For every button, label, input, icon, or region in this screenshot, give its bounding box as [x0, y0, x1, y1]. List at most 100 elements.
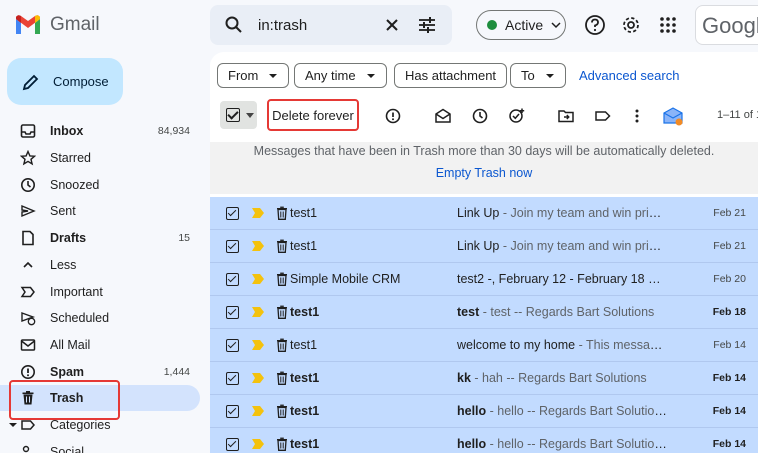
- trash-icon: [277, 272, 287, 286]
- app-name: Gmail: [50, 14, 100, 35]
- table-row[interactable]: test1 Link Up - Join my team and win pri…: [210, 197, 758, 230]
- row-checkbox[interactable]: [226, 306, 239, 319]
- people-icon: [22, 445, 30, 453]
- row-checkbox[interactable]: [226, 207, 239, 220]
- important-marker-icon[interactable]: [252, 274, 264, 284]
- sidebar-item-scheduled[interactable]: Scheduled: [0, 305, 200, 331]
- row-date: Feb 21: [713, 240, 746, 252]
- empty-trash-link[interactable]: Empty Trash now: [210, 166, 758, 180]
- chevron-up-icon: [23, 261, 33, 268]
- important-marker-icon[interactable]: [252, 307, 264, 317]
- important-marker-icon[interactable]: [252, 208, 264, 218]
- sidebar-item-snoozed[interactable]: Snoozed: [0, 172, 200, 198]
- close-icon[interactable]: [382, 15, 402, 35]
- chevron-down-icon: [269, 73, 278, 78]
- important-marker-icon[interactable]: [252, 241, 264, 251]
- table-row[interactable]: test1 welcome to my home - This message …: [210, 329, 758, 362]
- sidebar-item-label: Important: [50, 285, 103, 299]
- row-checkbox[interactable]: [226, 240, 239, 253]
- sidebar-item-important[interactable]: Important: [0, 279, 200, 305]
- sidebar-item-starred[interactable]: Starred: [0, 145, 200, 171]
- report-spam-icon[interactable]: [384, 107, 402, 125]
- snippet-text: - This message ...: [578, 338, 667, 352]
- row-checkbox[interactable]: [226, 372, 239, 385]
- gmail-logo[interactable]: Gmail: [14, 10, 124, 40]
- compose-button[interactable]: Compose: [7, 58, 123, 105]
- search-bar[interactable]: in:trash: [210, 5, 452, 45]
- more-vert-icon[interactable]: [628, 107, 646, 125]
- help-icon[interactable]: [584, 14, 606, 36]
- add-to-tasks-icon[interactable]: [508, 107, 526, 125]
- sidebar-item-label: Starred: [50, 151, 91, 165]
- sidebar-item-social[interactable]: Social: [0, 439, 200, 453]
- apps-icon[interactable]: [657, 14, 679, 36]
- advanced-search-link[interactable]: Advanced search: [579, 68, 679, 83]
- subject-text: hello: [457, 404, 487, 418]
- trash-notice: Messages that have been in Trash more th…: [210, 142, 758, 194]
- row-date: Feb 14: [712, 438, 746, 450]
- subject-text: kk: [457, 371, 471, 385]
- star-icon: [20, 150, 36, 166]
- sidebar-item-drafts[interactable]: Drafts 15: [0, 225, 200, 251]
- label-icon[interactable]: [594, 107, 612, 125]
- important-marker-icon[interactable]: [252, 439, 264, 449]
- filter-to[interactable]: To: [510, 63, 566, 88]
- row-date: Feb 14: [712, 372, 746, 384]
- spam-icon: [21, 365, 35, 379]
- sidebar-item-count: 84,934: [157, 125, 190, 137]
- tune-icon[interactable]: [417, 15, 437, 35]
- table-row[interactable]: test1 hello - hello -- Regards Bart Solu…: [210, 428, 758, 453]
- trash-icon: [277, 371, 287, 385]
- move-to-icon[interactable]: [557, 107, 575, 125]
- mark-as-read-icon[interactable]: [434, 107, 452, 125]
- row-checkbox[interactable]: [226, 405, 239, 418]
- table-row[interactable]: Simple Mobile CRM test2 -, February 12 -…: [210, 263, 758, 296]
- search-input[interactable]: in:trash: [258, 17, 307, 34]
- subject-text: Link Up: [457, 206, 500, 220]
- delete-forever-button[interactable]: Delete forever: [267, 99, 359, 131]
- sidebar-item-label: Spam: [50, 365, 85, 379]
- select-all-checkbox[interactable]: [220, 101, 257, 129]
- row-subject: welcome to my home - This message ...: [457, 338, 667, 352]
- sidebar-item-sent[interactable]: Sent: [0, 198, 200, 224]
- trash-icon: [277, 338, 287, 352]
- sidebar-item-label: Sent: [50, 204, 76, 218]
- filter-label: From: [228, 68, 259, 83]
- filter-any-time[interactable]: Any time: [294, 63, 387, 88]
- sidebar-item-label: Scheduled: [50, 311, 110, 325]
- subject-text: Link Up: [457, 239, 500, 253]
- filter-has-attachment[interactable]: Has attachment: [394, 63, 508, 88]
- row-checkbox[interactable]: [226, 273, 239, 286]
- important-marker-icon[interactable]: [252, 406, 264, 416]
- row-subject: Link Up - Join my team and win prizes...: [457, 239, 667, 253]
- sidebar-item-all-mail[interactable]: All Mail: [0, 332, 200, 358]
- status-dropdown[interactable]: Active: [476, 10, 566, 40]
- search-icon[interactable]: [224, 15, 244, 35]
- subject-text: welcome to my home: [457, 338, 576, 352]
- important-marker-icon[interactable]: [252, 340, 264, 350]
- row-date: Feb 18: [712, 306, 746, 318]
- mail-extension-icon[interactable]: [662, 105, 684, 127]
- table-row[interactable]: test1 hello - hello -- Regards Bart Solu…: [210, 395, 758, 428]
- table-row[interactable]: test1 kk - hah -- Regards Bart Solutions…: [210, 362, 758, 395]
- trash-highlight-box: [9, 380, 120, 420]
- table-row[interactable]: test1 test - test -- Regards Bart Soluti…: [210, 296, 758, 329]
- sidebar-item-less[interactable]: Less: [0, 252, 200, 278]
- snooze-icon[interactable]: [471, 107, 489, 125]
- caret-down-icon[interactable]: [246, 113, 254, 118]
- row-date: Feb 20: [713, 273, 746, 285]
- row-checkbox[interactable]: [226, 339, 239, 352]
- inbox-icon: [20, 124, 36, 138]
- account-button[interactable]: Google: [695, 5, 758, 45]
- sidebar-item-inbox[interactable]: Inbox 84,934: [0, 118, 200, 144]
- row-sender: test1: [290, 338, 318, 352]
- row-checkbox[interactable]: [226, 438, 239, 451]
- trash-icon: [277, 305, 287, 319]
- filter-from[interactable]: From: [217, 63, 290, 88]
- table-row[interactable]: test1 Link Up - Join my team and win pri…: [210, 230, 758, 263]
- row-sender: Simple Mobile CRM: [290, 272, 401, 286]
- settings-icon[interactable]: [620, 14, 642, 36]
- compose-label: Compose: [53, 74, 109, 89]
- trash-icon: [277, 206, 287, 220]
- important-marker-icon[interactable]: [252, 373, 264, 383]
